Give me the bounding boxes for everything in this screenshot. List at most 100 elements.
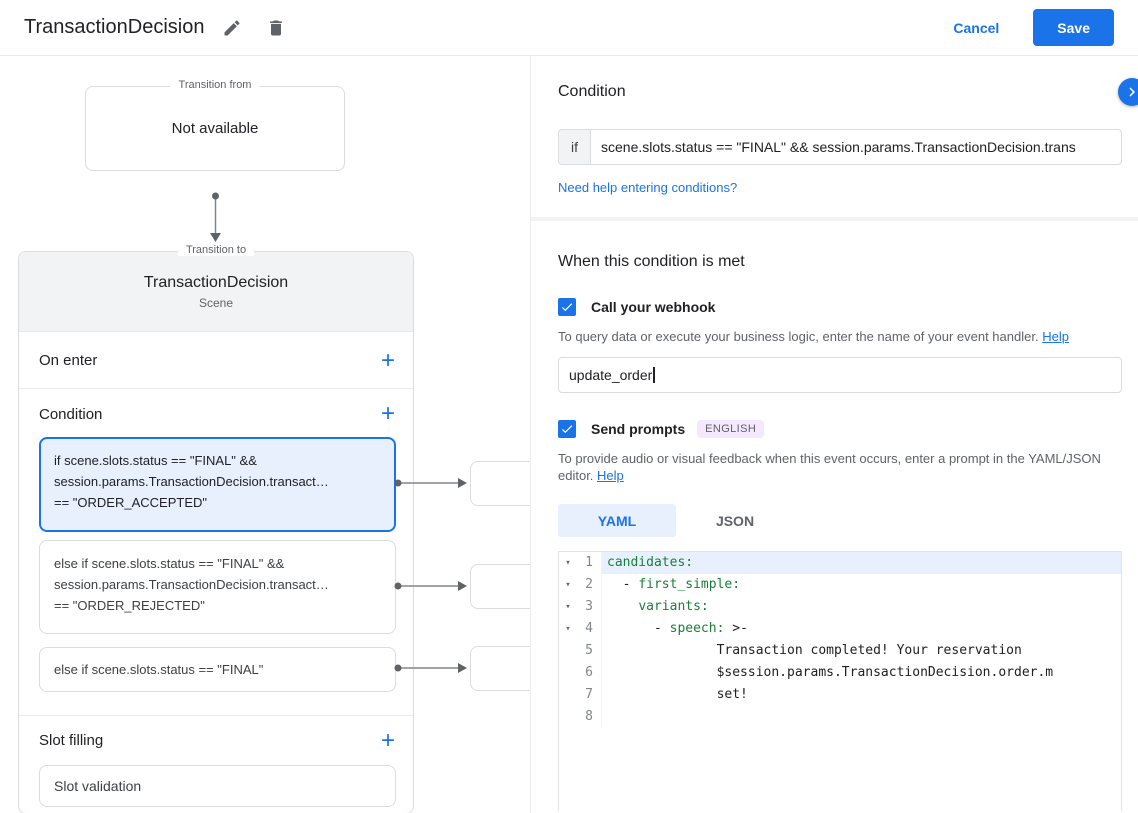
on-enter-label: On enter xyxy=(39,352,98,369)
editor-line[interactable]: ▾ 2 - first_simple: xyxy=(559,574,1121,596)
edit-title-button[interactable] xyxy=(216,12,248,44)
pencil-icon xyxy=(224,19,240,35)
line-number: 8 xyxy=(585,709,593,724)
editor-tabs: YAML JSON xyxy=(558,504,1122,537)
add-slot-button[interactable]: + xyxy=(377,728,399,752)
condition-card-line: session.params.TransactionDecision.trans… xyxy=(54,474,329,489)
fold-arrow-icon[interactable]: ▾ xyxy=(559,596,577,618)
scene-header: TransactionDecision Scene xyxy=(19,252,413,332)
check-icon xyxy=(561,303,573,312)
fold-arrow-icon[interactable]: ▾ xyxy=(559,552,577,574)
scene-title: TransactionDecision xyxy=(143,273,289,291)
transition-to-label: Transition to xyxy=(177,244,255,256)
condition-card[interactable]: if scene.slots.status == "FINAL" && sess… xyxy=(39,437,396,532)
condition-input[interactable]: scene.slots.status == "FINAL" && session… xyxy=(590,129,1122,165)
code-line: variants: xyxy=(601,596,1121,618)
transition-from-label: Transition from xyxy=(170,79,260,91)
yaml-editor[interactable]: ▾ 1 candidates: ▾ 2 - first_simple: ▾ 3 varian… xyxy=(558,551,1122,811)
condition-card[interactable]: else if scene.slots.status == "FINAL" &&… xyxy=(39,540,396,634)
condition-section-label: Condition xyxy=(39,405,103,423)
webhook-input[interactable]: update_order xyxy=(558,357,1122,393)
code-line: set! xyxy=(601,684,1121,706)
transition-from-node[interactable]: Transition from Not available xyxy=(85,79,345,171)
chevron-right-icon xyxy=(1129,87,1135,97)
top-bar: TransactionDecision Cancel Save xyxy=(0,0,1138,56)
page-title: TransactionDecision xyxy=(24,16,205,38)
transition-to-node[interactable]: Transition to TransactionDecision Scene … xyxy=(18,244,414,813)
code-line: - speech: >- xyxy=(601,618,1121,640)
condition-card-line: session.params.TransactionDecision.trans… xyxy=(54,577,329,592)
webhook-label: Call your webhook xyxy=(591,299,716,315)
language-badge: ENGLISH xyxy=(697,420,765,438)
prompts-label: Send prompts xyxy=(591,421,686,437)
transition-target-node[interactable] xyxy=(470,646,531,691)
condition-card[interactable]: else if scene.slots.status == "FINAL" xyxy=(39,647,396,692)
editor-line[interactable]: ▾ 4 - speech: >- xyxy=(559,618,1121,640)
add-on-enter-button[interactable]: + xyxy=(377,348,399,372)
webhook-description: To query data or execute your business l… xyxy=(558,328,1118,345)
code-line xyxy=(601,706,1121,728)
webhook-checkbox[interactable] xyxy=(558,298,576,316)
transition-target-node[interactable] xyxy=(470,461,531,506)
line-number: 3 xyxy=(585,599,593,614)
tab-json[interactable]: JSON xyxy=(676,504,794,537)
editor-line[interactable]: ▾ 3 variants: xyxy=(559,596,1121,618)
collapse-panel-button[interactable] xyxy=(1118,78,1138,106)
scene-subtitle: Scene xyxy=(198,295,234,310)
transition-from-content: Not available xyxy=(171,120,259,137)
webhook-description-text: To query data or execute your business l… xyxy=(558,329,1039,344)
line-number: 7 xyxy=(585,687,593,702)
condition-card-line: else if scene.slots.status == "FINAL" && xyxy=(54,556,285,571)
trash-icon xyxy=(270,20,283,35)
condition-section: Condition + xyxy=(19,392,413,436)
condition-card-line: == "ORDER_REJECTED" xyxy=(54,598,205,613)
condition-input-row: if scene.slots.status == "FINAL" && sess… xyxy=(558,129,1122,165)
when-condition-met-heading: When this condition is met xyxy=(558,253,745,270)
webhook-input-value: update_order xyxy=(569,367,653,383)
editor-line[interactable]: 5 Transaction completed! Your reservatio… xyxy=(559,640,1121,662)
slot-filling-section: Slot filling + xyxy=(19,715,413,765)
prompts-checkbox-row: Send prompts ENGLISH xyxy=(558,420,1122,438)
editor-line[interactable]: ▾ 1 candidates: xyxy=(559,552,1121,574)
main-content: Transition from Not available Transition… xyxy=(0,56,1138,813)
check-icon xyxy=(561,425,573,434)
plus-icon: + xyxy=(380,726,395,754)
text-caret xyxy=(653,367,655,383)
prompts-help-link[interactable]: Help xyxy=(597,468,624,483)
condition-card-line: if scene.slots.status == "FINAL" && xyxy=(54,453,257,468)
condition-card-line: == "ORDER_ACCEPTED" xyxy=(54,495,207,510)
conditions-help-link[interactable]: Need help entering conditions? xyxy=(558,180,737,195)
transition-target-node[interactable] xyxy=(470,564,531,609)
line-number: 6 xyxy=(585,665,593,680)
conditions-help-row: Need help entering conditions? xyxy=(558,179,1122,197)
editor-line[interactable]: 8 xyxy=(559,706,1121,728)
slot-validation-label: Slot validation xyxy=(54,778,142,794)
condition-heading: Condition xyxy=(558,83,626,100)
detail-panel: Condition if scene.slots.status == "FINA… xyxy=(531,56,1138,813)
delete-scene-button[interactable] xyxy=(260,12,292,44)
webhook-help-link[interactable]: Help xyxy=(1042,329,1069,344)
plus-icon: + xyxy=(380,400,395,427)
plus-icon: + xyxy=(380,346,395,374)
save-button[interactable]: Save xyxy=(1033,9,1114,46)
line-number: 2 xyxy=(585,577,593,592)
fold-arrow-icon[interactable]: ▾ xyxy=(559,618,577,640)
editor-line[interactable]: 7 set! xyxy=(559,684,1121,706)
prompts-description-text: To provide audio or visual feedback when… xyxy=(558,451,1101,483)
cancel-button[interactable]: Cancel xyxy=(937,12,1015,44)
code-line: $session.params.TransactionDecision.orde… xyxy=(601,662,1121,684)
condition-card-line: else if scene.slots.status == "FINAL" xyxy=(54,662,264,677)
slot-filling-label: Slot filling xyxy=(39,732,104,749)
tab-yaml[interactable]: YAML xyxy=(558,504,676,537)
prompts-checkbox[interactable] xyxy=(558,420,576,438)
section-divider xyxy=(531,217,1138,221)
editor-line[interactable]: 6 $session.params.TransactionDecision.or… xyxy=(559,662,1121,684)
add-condition-button[interactable]: + xyxy=(377,402,399,426)
flow-canvas[interactable]: Transition from Not available Transition… xyxy=(0,56,531,813)
code-line: Transaction completed! Your reservation xyxy=(601,640,1121,662)
fold-arrow-icon[interactable]: ▾ xyxy=(559,574,577,596)
slot-validation-card[interactable]: Slot validation xyxy=(39,765,396,807)
